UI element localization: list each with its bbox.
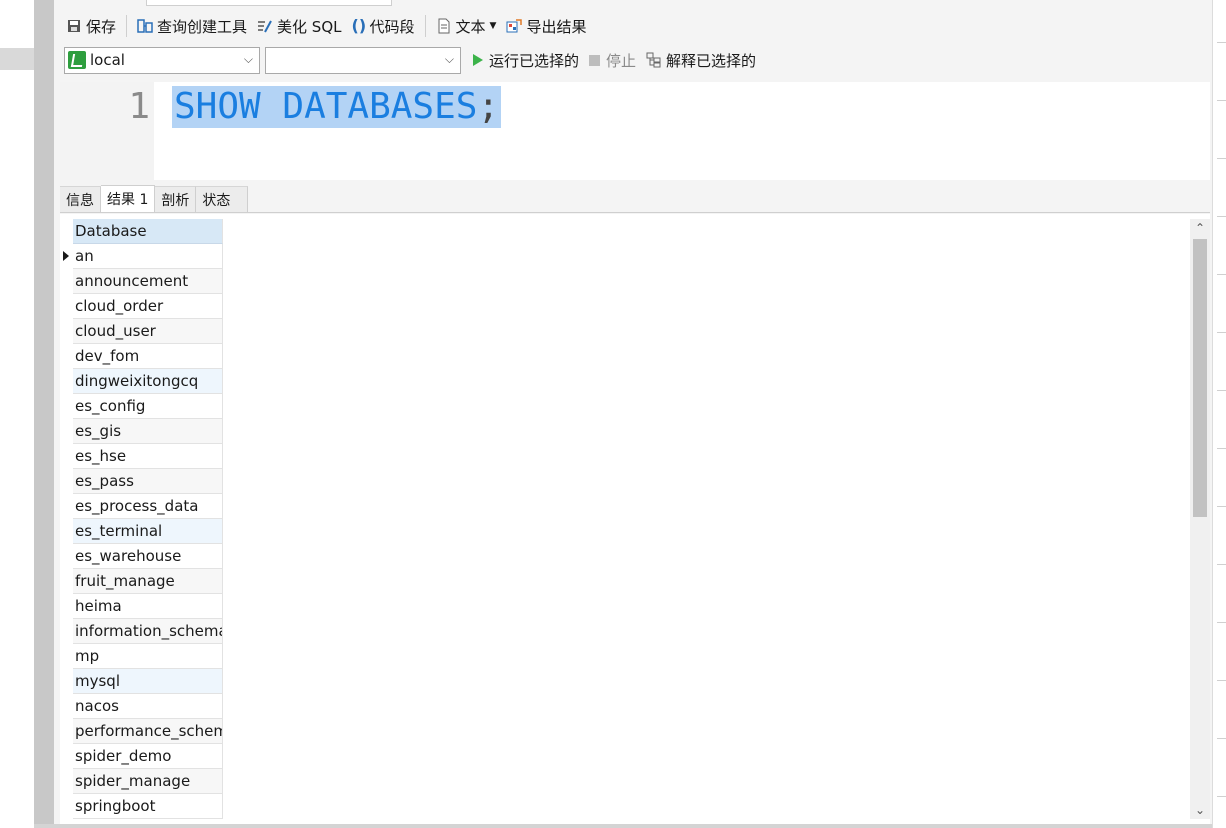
left-pane [0,0,34,828]
text-mode-button[interactable]: 文本 ▼ [434,13,499,39]
table-row[interactable]: nacos [73,694,223,719]
run-selected-button[interactable]: 运行已选择的 [471,47,581,73]
stop-button[interactable]: 停止 [587,47,638,73]
active-query-tab[interactable] [146,0,392,6]
export-results-label: 导出结果 [526,17,587,36]
table-row[interactable]: spider_manage [73,769,223,794]
table-row[interactable]: announcement [73,269,223,294]
query-builder-icon [137,18,153,34]
left-pane-selected-row[interactable] [0,48,34,70]
table-row[interactable]: es_process_data [73,494,223,519]
column-header-database[interactable]: Database [73,219,223,244]
tab-profile[interactable]: 剖析 [155,186,197,212]
sql-editor[interactable]: 1 SHOW DATABASES; [60,82,1210,180]
save-label: 保存 [86,17,117,36]
table-row[interactable]: mp [73,644,223,669]
toolbar-separator [424,15,426,37]
table-row[interactable]: mysql [73,669,223,694]
table-row[interactable]: es_config [73,394,223,419]
chevron-down-icon: ⌵ [243,51,253,66]
tab-result-1-label: 结果 1 [107,192,149,208]
table-row[interactable]: heima [73,594,223,619]
result-tabs: 信息 结果 1 剖析 状态 [60,185,1210,213]
vertical-scrollbar[interactable]: ⌃ ⌄ [1190,219,1210,819]
table-row[interactable]: spider_demo [73,744,223,769]
beautify-icon [257,18,273,34]
table-row[interactable]: cloud_order [73,294,223,319]
line-number: 1 [128,86,150,127]
query-editor-window: 保存 查询创建工具 美化 SQL () 代码段 文本 ▼ 导出结果 local … [54,0,1212,828]
export-icon [506,18,523,34]
table-row[interactable]: es_terminal [73,519,223,544]
query-toolbar: 保存 查询创建工具 美化 SQL () 代码段 文本 ▼ 导出结果 [54,10,1212,42]
save-button[interactable]: 保存 [64,13,118,39]
play-icon [473,54,483,66]
connection-row: local ⌵ ⌵ 运行已选择的 停止 解释已选择的 [54,44,1212,76]
table-row[interactable]: fruit_manage [73,569,223,594]
tab-status-label: 状态 [202,192,231,209]
table-row[interactable]: springboot [73,794,223,819]
scroll-down-icon[interactable]: ⌄ [1190,801,1210,819]
query-builder-label: 查询创建工具 [157,17,248,36]
current-row-indicator-icon [63,251,69,261]
table-row[interactable]: an [73,244,223,269]
tab-info-label: 信息 [66,192,94,209]
query-builder-button[interactable]: 查询创建工具 [135,13,249,39]
connection-select[interactable]: local ⌵ [64,46,260,74]
tab-result-1[interactable]: 结果 1 [101,185,156,212]
scrollbar-thumb[interactable] [1193,239,1207,517]
tab-info[interactable]: 信息 [60,186,101,212]
tab-profile-label: 剖析 [161,192,190,209]
beautify-sql-button[interactable]: 美化 SQL [255,13,343,39]
sql-keyword-show: SHOW [174,86,261,127]
stop-icon [589,54,601,66]
connection-value: local [90,51,125,69]
code-snippet-label: 代码段 [369,17,415,36]
floppy-icon [66,18,82,34]
braces-icon: () [351,16,367,35]
table-row[interactable]: es_gis [73,419,223,444]
result-grid-area: Database an announcement cloud_order cloud_… [60,214,1210,824]
tab-status[interactable]: 状态 [196,186,249,212]
table-row[interactable]: information_schema [73,619,223,644]
toolbar-separator [126,15,128,37]
status-strip [34,824,1212,828]
mysql-connection-icon [68,51,86,69]
beautify-sql-label: 美化 SQL [277,17,342,36]
query-tab-strip [54,0,1212,6]
database-select[interactable]: ⌵ [265,46,461,74]
export-results-button[interactable]: 导出结果 [504,13,588,39]
explain-icon [646,52,662,68]
line-number-gutter: 1 [60,82,154,180]
explain-selected-label: 解释已选择的 [666,51,757,70]
document-icon [436,18,452,34]
explain-selected-button[interactable]: 解释已选择的 [644,47,758,73]
dropdown-arrow-icon[interactable]: ▼ [490,21,497,31]
sql-terminator: ; [477,86,500,127]
code-snippet-button[interactable]: () 代码段 [350,13,417,39]
pane-splitter[interactable] [34,0,54,828]
chevron-down-icon: ⌵ [444,51,454,66]
sql-code-line[interactable]: SHOW DATABASES; [172,86,502,128]
table-row[interactable]: performance_schem [73,719,223,744]
run-selected-label: 运行已选择的 [489,51,580,70]
scroll-up-icon[interactable]: ⌃ [1190,219,1210,237]
table-row[interactable]: es_pass [73,469,223,494]
text-mode-label: 文本 [455,17,486,36]
table-row[interactable]: dingweixitongcq [73,369,223,394]
right-side-panel [1212,0,1226,828]
stop-label: 停止 [606,51,637,70]
table-row[interactable]: cloud_user [73,319,223,344]
table-row[interactable]: dev_fom [73,344,223,369]
table-row[interactable]: es_hse [73,444,223,469]
table-row[interactable]: es_warehouse [73,544,223,569]
sql-keyword-databases: DATABASES [282,86,478,127]
